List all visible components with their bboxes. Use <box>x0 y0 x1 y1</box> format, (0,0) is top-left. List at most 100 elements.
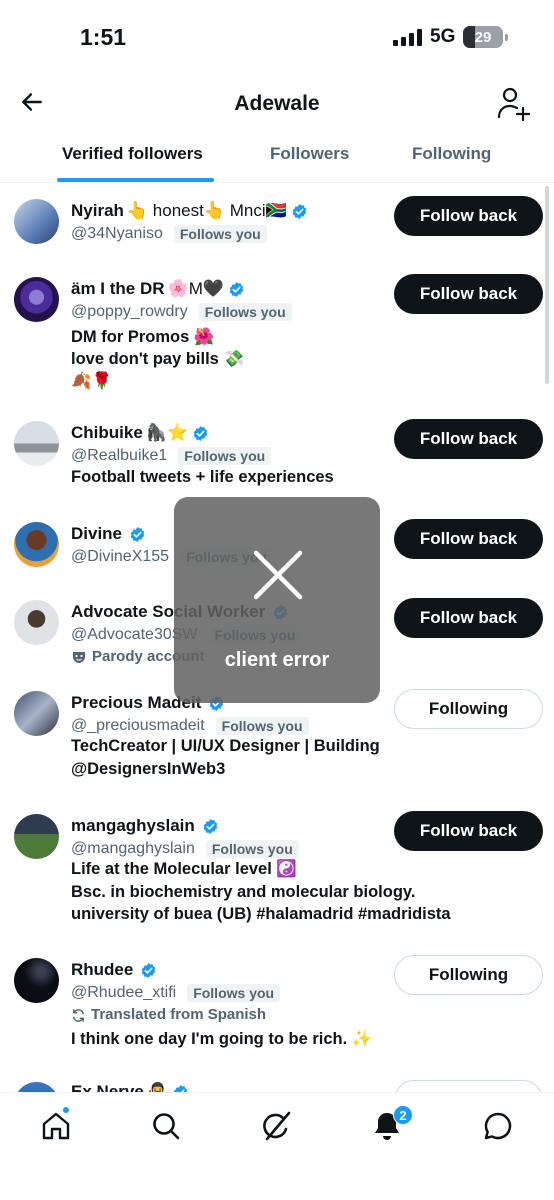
user-bio-line: DM for Promos 🌺 <box>71 328 215 346</box>
verified-badge-icon <box>142 962 156 978</box>
follow-back-button[interactable]: Follow back <box>394 519 543 559</box>
user-bio-line: @DesignersInWeb3 <box>71 760 226 778</box>
tab-verified-followers[interactable]: Verified followers <box>62 144 203 164</box>
avatar[interactable] <box>14 277 59 322</box>
following-button[interactable]: Following <box>394 955 543 995</box>
user-name: Nyirah <box>71 201 124 220</box>
user-handle: @Realbuike1 <box>71 447 168 464</box>
follower-tabs: Verified followers Followers Following <box>0 138 554 183</box>
user-bio-line: 🍂🌹 <box>71 372 113 390</box>
status-bar: 1:51 5G 29 <box>0 0 554 72</box>
tab-following[interactable]: Following <box>412 144 491 164</box>
list-item[interactable]: mangaghyslain @mangaghyslain Follows you… <box>0 811 554 924</box>
follow-back-button[interactable]: Follow back <box>394 598 543 638</box>
follow-back-button[interactable]: Follow back <box>394 196 543 236</box>
verified-badge-icon <box>292 203 307 219</box>
close-x-icon <box>253 550 303 600</box>
grok-icon <box>263 1111 291 1141</box>
parody-mask-icon <box>73 652 85 663</box>
verified-badge-icon <box>130 526 145 542</box>
add-person-icon <box>497 87 531 122</box>
user-bio-line: TechCreator | UI/UX Designer | Building <box>71 737 380 755</box>
signal-icon <box>393 29 423 46</box>
user-name-emoji: 🦍⭐ <box>145 423 189 442</box>
following-button[interactable]: Following <box>394 689 543 729</box>
notification-count-badge: 2 <box>393 1105 413 1125</box>
list-item[interactable]: Precious Madeit @_preciousmadeit Follows… <box>0 689 554 786</box>
list-item[interactable]: Rhudee @Rhudee_xtifi Follows you Transla… <box>0 955 554 1048</box>
network-label: 5G <box>430 26 456 47</box>
user-bio-line: Life at the Molecular level ☯️ <box>71 860 297 878</box>
user-name: Divine <box>71 524 123 543</box>
user-name: Rhudee <box>71 960 134 979</box>
error-toast: client error <box>174 497 380 703</box>
home-unread-dot <box>62 1106 70 1114</box>
user-name: mangaghyslain <box>71 816 195 835</box>
avatar[interactable] <box>14 1082 59 1092</box>
user-name-emoji: 👆 honest👆 Mnci🇿🇦 <box>126 201 287 220</box>
battery-icon: 29 <box>463 26 508 48</box>
translate-icon <box>73 1008 84 1022</box>
avatar[interactable] <box>14 814 59 859</box>
user-bio-line: Football tweets + life experiences <box>71 468 334 486</box>
user-bio-line: love don't pay bills 💸 <box>71 350 244 368</box>
list-item[interactable]: Chibuike 🦍⭐ @Realbuike1 Follows you Footb… <box>0 419 554 491</box>
messages-icon <box>484 1112 512 1140</box>
scrollbar-thumb[interactable] <box>545 186 549 384</box>
verified-badge-icon <box>203 818 217 834</box>
user-handle: @Rhudee_xtifi <box>71 984 177 1001</box>
page-title: Adewale <box>234 92 320 115</box>
user-name: Chibuike <box>71 423 143 442</box>
nav-search[interactable] <box>149 1109 183 1143</box>
follows-you-badge: Follows you <box>198 303 292 321</box>
avatar[interactable] <box>14 600 59 645</box>
profile-header: Adewale <box>0 72 554 138</box>
search-icon <box>153 1113 180 1140</box>
translated-label: Translated from Spanish <box>71 1004 266 1026</box>
avatar[interactable] <box>14 522 59 567</box>
translated-label-text: Translated from Spanish <box>91 1006 267 1023</box>
home-icon <box>42 1112 70 1140</box>
user-name: äm I the DR <box>71 279 165 298</box>
follow-back-button[interactable]: Follow back <box>394 274 543 314</box>
user-bio-line: university of buea (UB) #halamadrid #mad… <box>71 905 451 923</box>
follows-you-badge: Follows you <box>187 984 281 1002</box>
tab-indicator <box>57 178 214 182</box>
bottom-nav: 2 <box>0 1092 554 1200</box>
avatar[interactable] <box>14 958 59 1003</box>
nav-messages[interactable] <box>481 1109 515 1143</box>
user-handle: @34Nyaniso <box>71 225 163 242</box>
nav-home[interactable] <box>39 1109 73 1143</box>
list-item[interactable]: Ex Nerve 🥷 <box>0 1080 554 1092</box>
user-bio-line: Bsc. in biochemistry and molecular biolo… <box>71 883 416 901</box>
battery-level: 29 <box>474 28 492 46</box>
follows-you-badge: Follows you <box>205 840 299 858</box>
verified-badge-icon <box>173 1084 188 1092</box>
tab-followers[interactable]: Followers <box>270 144 349 164</box>
status-time: 1:51 <box>80 24 127 50</box>
verified-badge-icon <box>193 425 208 441</box>
verified-badge-icon <box>229 281 244 297</box>
nav-grok[interactable] <box>260 1109 294 1143</box>
user-handle: @DivineX155 <box>71 548 170 565</box>
user-name: Ex Nerve <box>71 1082 144 1092</box>
follows-you-badge: Follows you <box>215 717 309 735</box>
user-name-emoji: 🥷 <box>146 1082 168 1092</box>
user-name-emoji: 🌸M🖤 <box>167 279 225 298</box>
follows-you-badge: Follows you <box>173 225 267 243</box>
error-message: client error <box>224 649 330 671</box>
follow-back-button[interactable]: Follow back <box>394 811 543 851</box>
user-handle: @mangaghyslain <box>71 840 195 857</box>
avatar[interactable] <box>14 691 59 736</box>
follows-you-badge: Follows you <box>178 447 272 465</box>
list-item[interactable]: äm I the DR 🌸M🖤 @poppy_rowdry Follows you… <box>0 274 554 402</box>
add-person-button[interactable] <box>494 84 534 124</box>
avatar[interactable] <box>14 199 59 244</box>
avatar[interactable] <box>14 421 59 466</box>
user-bio-line: I think one day I'm going to be rich. ✨ <box>71 1030 373 1048</box>
following-button[interactable] <box>394 1080 543 1092</box>
list-item[interactable]: Nyirah 👆 honest👆 Mnci🇿🇦 @34Nyaniso Follow… <box>0 196 554 259</box>
user-handle: @_preciousmadeit <box>71 717 205 734</box>
user-handle: @poppy_rowdry <box>71 303 188 320</box>
follow-back-button[interactable]: Follow back <box>394 419 543 459</box>
